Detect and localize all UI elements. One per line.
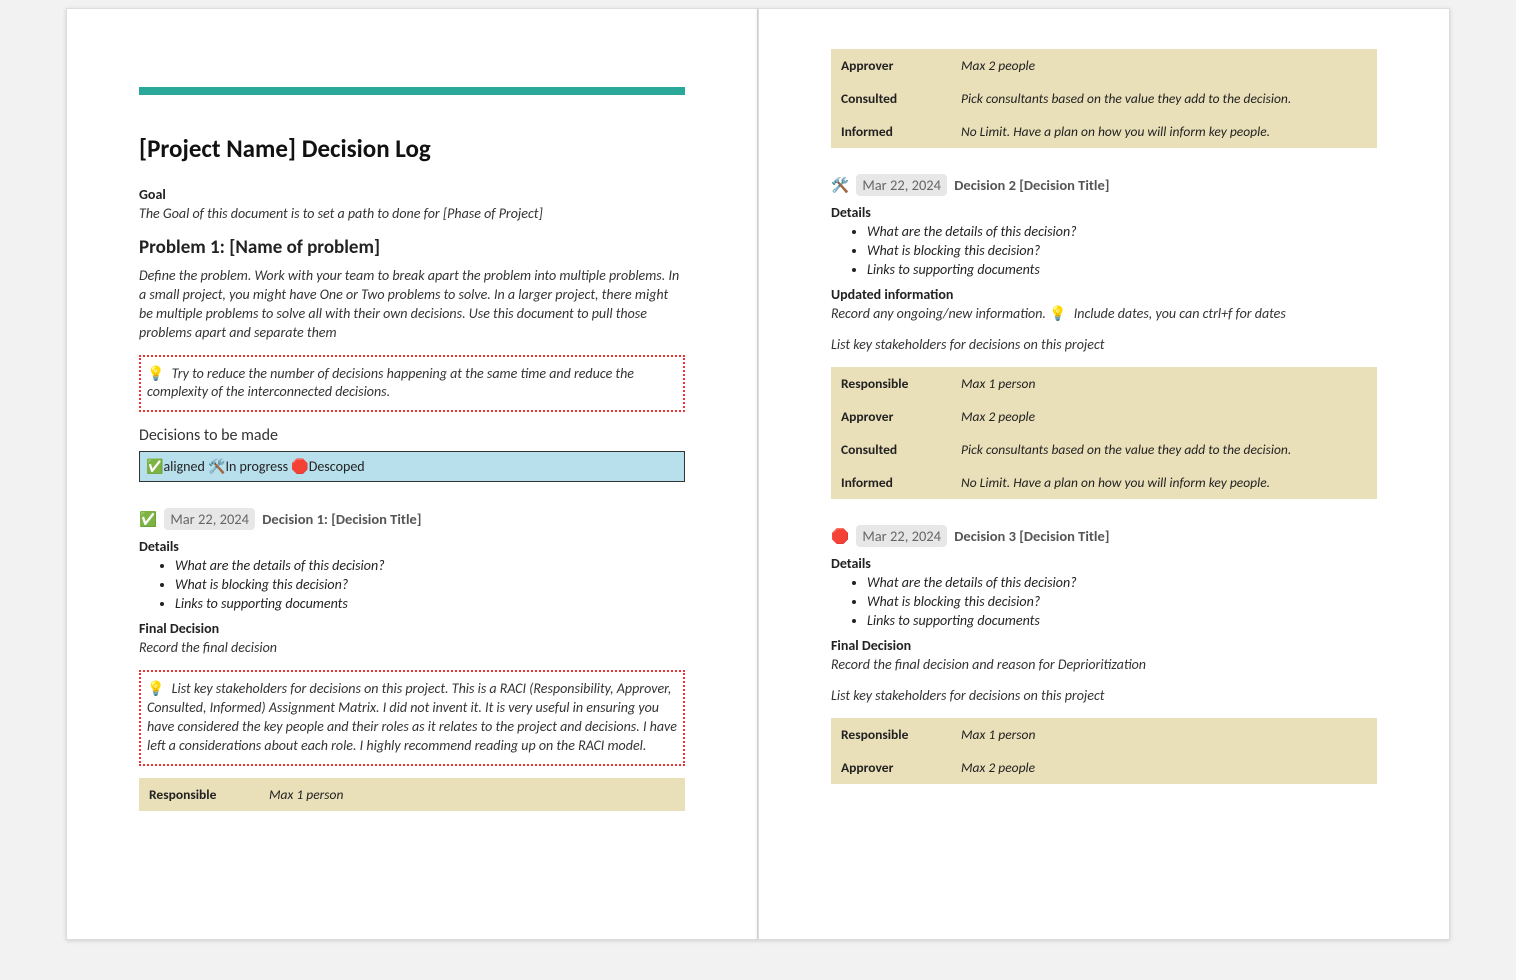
list-item: What is blocking this decision? — [867, 242, 1377, 259]
problem-heading: Problem 1: [Name of problem] — [139, 236, 685, 259]
table-row: Responsible Max 1 person — [831, 718, 1377, 751]
decision-1-title: Decision 1: [Decision Title] — [262, 510, 421, 528]
decision-2-title: Decision 2 [Decision Title] — [954, 176, 1109, 194]
legend-descoped: Descoped — [309, 458, 365, 475]
tip-text: Try to reduce the number of decisions ha… — [147, 365, 634, 401]
details-heading: Details — [139, 538, 685, 555]
final-decision-heading: Final Decision — [139, 620, 685, 637]
raci-val-approver: Max 2 people — [951, 751, 1377, 784]
decision-3-date: Mar 22, 2024 — [856, 525, 947, 547]
raci-val-informed: No Limit. Have a plan on how you will in… — [951, 115, 1377, 148]
decision-1-date: Mar 22, 2024 — [164, 508, 255, 530]
decision-2-updated-text: Record any ongoing/new information. 💡 In… — [831, 305, 1377, 324]
raci-role-informed: Informed — [831, 466, 951, 499]
stop-icon: 🛑 — [291, 458, 308, 475]
table-row: Consulted Pick consultants based on the … — [831, 82, 1377, 115]
goal-text: The Goal of this document is to set a pa… — [139, 205, 685, 222]
list-item: Links to supporting documents — [867, 261, 1377, 278]
decision-1-heading: ✅ Mar 22, 2024 Decision 1: [Decision Tit… — [139, 508, 685, 530]
raci-table-d2: Responsible Max 1 person Approver Max 2 … — [831, 367, 1377, 499]
decision-2-heading: 🛠️ Mar 22, 2024 Decision 2 [Decision Tit… — [831, 174, 1377, 196]
bulb-icon: 💡 — [1049, 305, 1066, 322]
table-row: Approver Max 2 people — [831, 400, 1377, 433]
list-item: What are the details of this decision? — [175, 557, 685, 574]
stakeholders-line: List key stakeholders for decisions on t… — [831, 687, 1377, 706]
raci-val-approver: Max 2 people — [951, 49, 1377, 82]
raci-val-responsible: Max 1 person — [259, 778, 685, 811]
details-heading: Details — [831, 555, 1377, 572]
raci-role-responsible: Responsible — [831, 367, 951, 400]
status-legend: ✅aligned 🛠️In progress 🛑Descoped — [139, 451, 685, 482]
decision-1-final-text: Record the final decision — [139, 639, 685, 658]
legend-aligned: aligned — [163, 458, 204, 475]
table-row: Informed No Limit. Have a plan on how yo… — [831, 115, 1377, 148]
check-icon: ✅ — [146, 458, 163, 475]
header-accent-bar — [139, 87, 685, 95]
table-row: Approver Max 2 people — [831, 751, 1377, 784]
legend-inprogress: In progress — [225, 458, 288, 475]
raci-role-approver: Approver — [831, 400, 951, 433]
page-2: Approver Max 2 people Consulted Pick con… — [758, 8, 1450, 940]
raci-val-responsible: Max 1 person — [951, 718, 1377, 751]
tools-icon: 🛠️ — [208, 458, 225, 475]
decision-3-title: Decision 3 [Decision Title] — [954, 527, 1109, 545]
raci-role-responsible: Responsible — [139, 778, 259, 811]
goal-heading: Goal — [139, 186, 685, 203]
decision-3-final-text: Record the final decision and reason for… — [831, 656, 1377, 675]
updated-info-heading: Updated information — [831, 286, 1377, 303]
raci-role-approver: Approver — [831, 751, 951, 784]
decision-2-date: Mar 22, 2024 — [856, 174, 947, 196]
table-row: Responsible Max 1 person — [139, 778, 685, 811]
table-row: Approver Max 2 people — [831, 49, 1377, 82]
updated-text-a: Record any ongoing/new information. — [831, 305, 1046, 322]
raci-val-responsible: Max 1 person — [951, 367, 1377, 400]
decision-2-details-list: What are the details of this decision? W… — [831, 223, 1377, 278]
details-heading: Details — [831, 204, 1377, 221]
raci-role-informed: Informed — [831, 115, 951, 148]
raci-role-consulted: Consulted — [831, 433, 951, 466]
document-pages: [Project Name] Decision Log Goal The Goa… — [0, 0, 1516, 948]
problem-text: Define the problem. Work with your team … — [139, 267, 685, 343]
raci-role-responsible: Responsible — [831, 718, 951, 751]
raci-table-d3-partial: Responsible Max 1 person Approver Max 2 … — [831, 718, 1377, 784]
page-1: [Project Name] Decision Log Goal The Goa… — [66, 8, 758, 940]
stakeholders-line: List key stakeholders for decisions on t… — [831, 336, 1377, 355]
raci-val-informed: No Limit. Have a plan on how you will in… — [951, 466, 1377, 499]
bulb-icon: 💡 — [147, 365, 164, 382]
document-title: [Project Name] Decision Log — [139, 133, 685, 164]
table-row: Consulted Pick consultants based on the … — [831, 433, 1377, 466]
decision-3-heading: 🛑 Mar 22, 2024 Decision 3 [Decision Titl… — [831, 525, 1377, 547]
raci-role-approver: Approver — [831, 49, 951, 82]
tools-icon: 🛠️ — [831, 176, 849, 194]
list-item: What are the details of this decision? — [867, 223, 1377, 240]
table-row: Informed No Limit. Have a plan on how yo… — [831, 466, 1377, 499]
list-item: What are the details of this decision? — [867, 574, 1377, 591]
raci-val-consulted: Pick consultants based on the value they… — [951, 433, 1377, 466]
updated-text-b: Include dates, you can ctrl+f for dates — [1074, 305, 1286, 322]
decision-3-details-list: What are the details of this decision? W… — [831, 574, 1377, 629]
raci-role-consulted: Consulted — [831, 82, 951, 115]
list-item: What is blocking this decision? — [867, 593, 1377, 610]
raci-val-approver: Max 2 people — [951, 400, 1377, 433]
list-item: Links to supporting documents — [867, 612, 1377, 629]
list-item: What is blocking this decision? — [175, 576, 685, 593]
decisions-to-be-made-heading: Decisions to be made — [139, 426, 685, 445]
raci-table-d1-cont: Approver Max 2 people Consulted Pick con… — [831, 49, 1377, 148]
final-decision-heading: Final Decision — [831, 637, 1377, 654]
raci-val-consulted: Pick consultants based on the value they… — [951, 82, 1377, 115]
tip-raci: 💡 List key stakeholders for decisions on… — [139, 670, 685, 766]
decision-1-details-list: What are the details of this decision? W… — [139, 557, 685, 612]
tip-raci-text: List key stakeholders for decisions on t… — [147, 680, 677, 754]
tip-reduce-decisions: 💡 Try to reduce the number of decisions … — [139, 355, 685, 413]
table-row: Responsible Max 1 person — [831, 367, 1377, 400]
raci-table-d1-partial: Responsible Max 1 person — [139, 778, 685, 811]
check-icon: ✅ — [139, 510, 157, 528]
list-item: Links to supporting documents — [175, 595, 685, 612]
bulb-icon: 💡 — [147, 680, 164, 697]
stop-icon: 🛑 — [831, 527, 849, 545]
